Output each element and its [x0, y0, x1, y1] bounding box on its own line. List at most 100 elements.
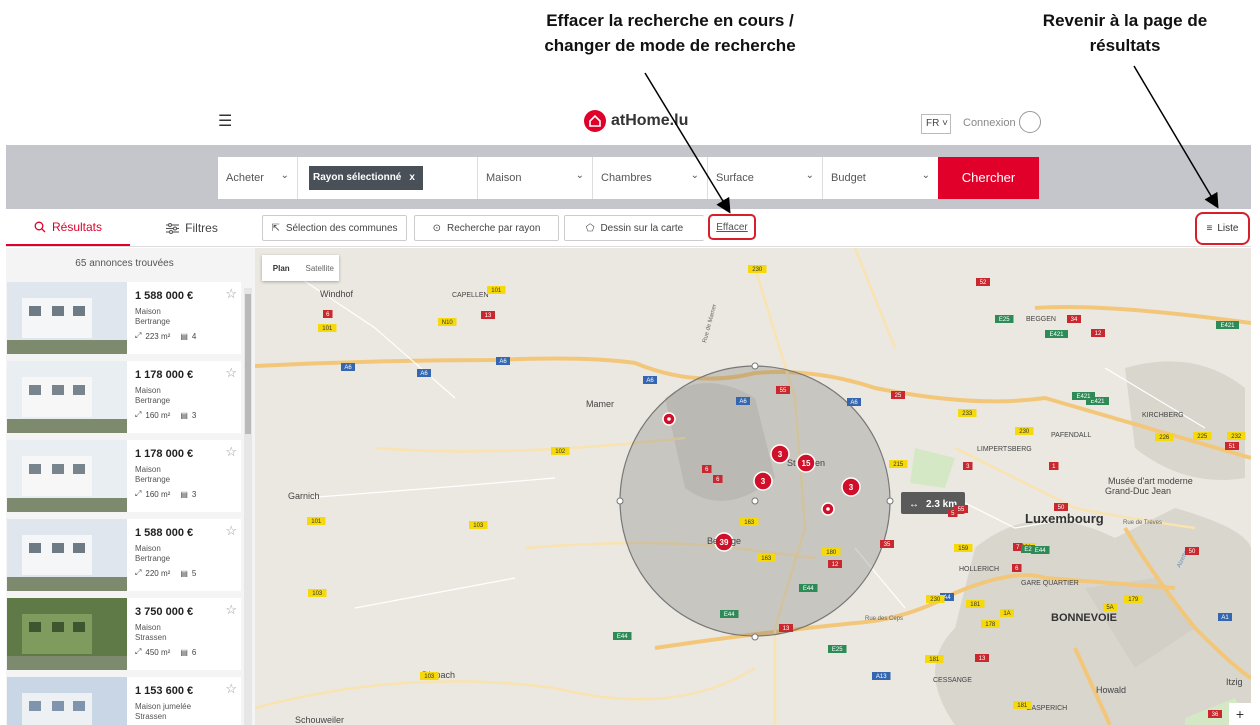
map-type-plan[interactable]: Plan	[262, 264, 301, 273]
road-shield-label: 51	[1229, 444, 1236, 450]
budget-label: Budget	[831, 172, 866, 184]
chevron-down-icon: ⌄	[575, 170, 584, 181]
results-count: 65 annonces trouvées	[75, 258, 174, 269]
radius-chip-label: Rayon sélectionné	[313, 172, 402, 183]
cluster-count: 3	[778, 450, 783, 459]
road-shield-label: 12	[832, 562, 839, 568]
road-shield-label: A1	[1221, 615, 1229, 621]
listing-rooms: 3	[191, 410, 197, 420]
tab-results-label: Résultats	[51, 220, 103, 234]
language-select[interactable]: FR ˅	[921, 114, 951, 134]
results-map[interactable]: ↔ 2.3 km 3 15 3 3 39 Windhof CAPELLEN Mamer Gar…	[255, 248, 1251, 725]
place-label: St	[787, 458, 796, 468]
road-shield-label: 34	[1071, 317, 1078, 323]
road-shield-label: 12	[1095, 331, 1102, 337]
result-card[interactable]: 1 178 000 € Maison Bertrange ⤢ 160 m² ▤ 3 ☆	[7, 440, 241, 512]
road-shield-label: 13	[485, 313, 492, 319]
radius-search-label: Recherche par rayon	[447, 222, 541, 234]
listing-price: 1 588 000 €	[135, 527, 194, 539]
communes-selection-button[interactable]: ⇱ Sélection des communes	[262, 215, 407, 241]
favorite-star-icon[interactable]: ☆	[225, 681, 237, 697]
tab-results[interactable]: Résultats	[6, 210, 130, 246]
result-card[interactable]: 1 153 600 € Maison jumelée Strassen ☆	[7, 677, 241, 725]
favorite-star-icon[interactable]: ☆	[225, 365, 237, 381]
road-shield-label: 163	[761, 556, 772, 562]
result-card[interactable]: 1 588 000 € Maison Bertrange ⤢ 220 m² ▤ 5 ☆	[7, 519, 241, 591]
map-type-satellite[interactable]: Satellite	[301, 264, 340, 273]
location-field[interactable]: Rayon sélectionné x	[298, 157, 478, 199]
road-shield-label: E421	[1220, 323, 1235, 329]
listing-meta: ⤢ 220 m² ▤ 5	[135, 568, 196, 578]
cluster-count: 3	[761, 477, 766, 486]
listing-photo[interactable]	[7, 361, 127, 433]
site-logo[interactable]: atHome.lu	[584, 110, 688, 132]
listing-photo[interactable]	[7, 598, 127, 670]
listing-type: Maison	[135, 623, 161, 632]
result-card[interactable]: 1 588 000 € Maison Bertrange ⤢ 223 m² ▤ 4 ☆	[7, 282, 241, 354]
rooms-select[interactable]: Chambres ⌄	[593, 157, 708, 199]
road-shield-label: A4	[943, 595, 951, 601]
chevron-down-icon: ⌄	[805, 170, 814, 181]
budget-select[interactable]: Budget ⌄	[823, 157, 938, 199]
favorite-star-icon[interactable]: ☆	[225, 602, 237, 618]
listing-area: 160 m²	[145, 489, 171, 499]
user-avatar-icon[interactable]	[1019, 111, 1041, 133]
close-icon[interactable]: x	[409, 172, 415, 183]
road-shield-label: 52	[980, 280, 987, 286]
road-shield-label: 180	[826, 550, 837, 556]
road-shield-label: A6	[850, 400, 858, 406]
listing-location: Strassen	[135, 633, 167, 642]
place-label: Rue de Mamer	[702, 304, 718, 344]
home-icon	[584, 110, 606, 132]
listing-photo[interactable]	[7, 519, 127, 591]
favorite-star-icon[interactable]: ☆	[225, 523, 237, 539]
login-link[interactable]: Connexion	[963, 117, 1016, 129]
place-label: ge	[731, 536, 741, 546]
clear-search-link[interactable]: Effacer	[708, 214, 756, 240]
map-type-toggle[interactable]: Plan Satellite	[262, 255, 339, 281]
radius-chip[interactable]: Rayon sélectionné x	[309, 166, 423, 190]
road-shield-label: E44	[617, 634, 628, 640]
scrollbar-thumb[interactable]	[245, 294, 251, 434]
place-label: BONNEVOIE	[1051, 612, 1117, 624]
transaction-type-select[interactable]: Acheter ⌄	[218, 157, 298, 199]
site-header: ☰ atHome.lu FR ˅ Connexion	[6, 104, 1251, 144]
road-shield-label: 226	[1159, 435, 1170, 441]
listing-photo[interactable]	[7, 677, 127, 725]
road-shield-label: N10	[442, 320, 454, 326]
favorite-star-icon[interactable]: ☆	[225, 286, 237, 302]
result-card[interactable]: 1 178 000 € Maison Bertrange ⤢ 160 m² ▤ 3 ☆	[7, 361, 241, 433]
property-type-select[interactable]: Maison ⌄	[478, 157, 593, 199]
listing-photo[interactable]	[7, 282, 127, 354]
map-canvas[interactable]: ↔ 2.3 km 3 15 3 3 39 Windhof CAPELLEN Mamer Gar…	[255, 248, 1251, 725]
surface-select[interactable]: Surface ⌄	[708, 157, 823, 199]
result-card[interactable]: 3 750 000 € Maison Strassen ⤢ 450 m² ▤ 6 ☆	[7, 598, 241, 670]
road-shield-label: A6	[344, 365, 352, 371]
listing-type: Maison	[135, 307, 161, 316]
road-shield-label: E25	[999, 317, 1010, 323]
road-shield-label: 103	[424, 674, 435, 680]
polygon-icon: ⬠	[585, 222, 595, 234]
results-scrollbar[interactable]	[244, 288, 252, 725]
search-button[interactable]: Chercher	[938, 157, 1039, 199]
zoom-in-button[interactable]: +	[1229, 703, 1251, 725]
list-view-button[interactable]: ≡ Liste	[1195, 212, 1250, 245]
place-label: BEGGEN	[1026, 316, 1056, 323]
listing-photo[interactable]	[7, 440, 127, 512]
radius-search-button[interactable]: ⊙ Recherche par rayon	[414, 215, 559, 241]
draw-on-map-button[interactable]: ⬠ Dessin sur la carte	[564, 215, 704, 241]
tab-filters[interactable]: Filtres	[130, 210, 254, 246]
favorite-star-icon[interactable]: ☆	[225, 444, 237, 460]
surface-icon: ⤢	[135, 410, 142, 419]
hamburger-icon[interactable]: ☰	[218, 114, 234, 130]
road-shield-label: 230	[930, 597, 941, 603]
listing-marker-dot	[667, 417, 671, 421]
road-shield-label: A6	[420, 371, 428, 377]
road-shield-label: 55	[958, 507, 965, 513]
place-label: GARE QUARTIER	[1021, 580, 1079, 587]
place-label: GASPERICH	[1026, 705, 1067, 712]
road-shield-label: 55	[780, 388, 787, 394]
listing-meta: ⤢ 223 m² ▤ 4	[135, 331, 196, 341]
road-shield-label: 215	[893, 462, 904, 468]
listing-type: Maison jumelée	[135, 702, 192, 711]
